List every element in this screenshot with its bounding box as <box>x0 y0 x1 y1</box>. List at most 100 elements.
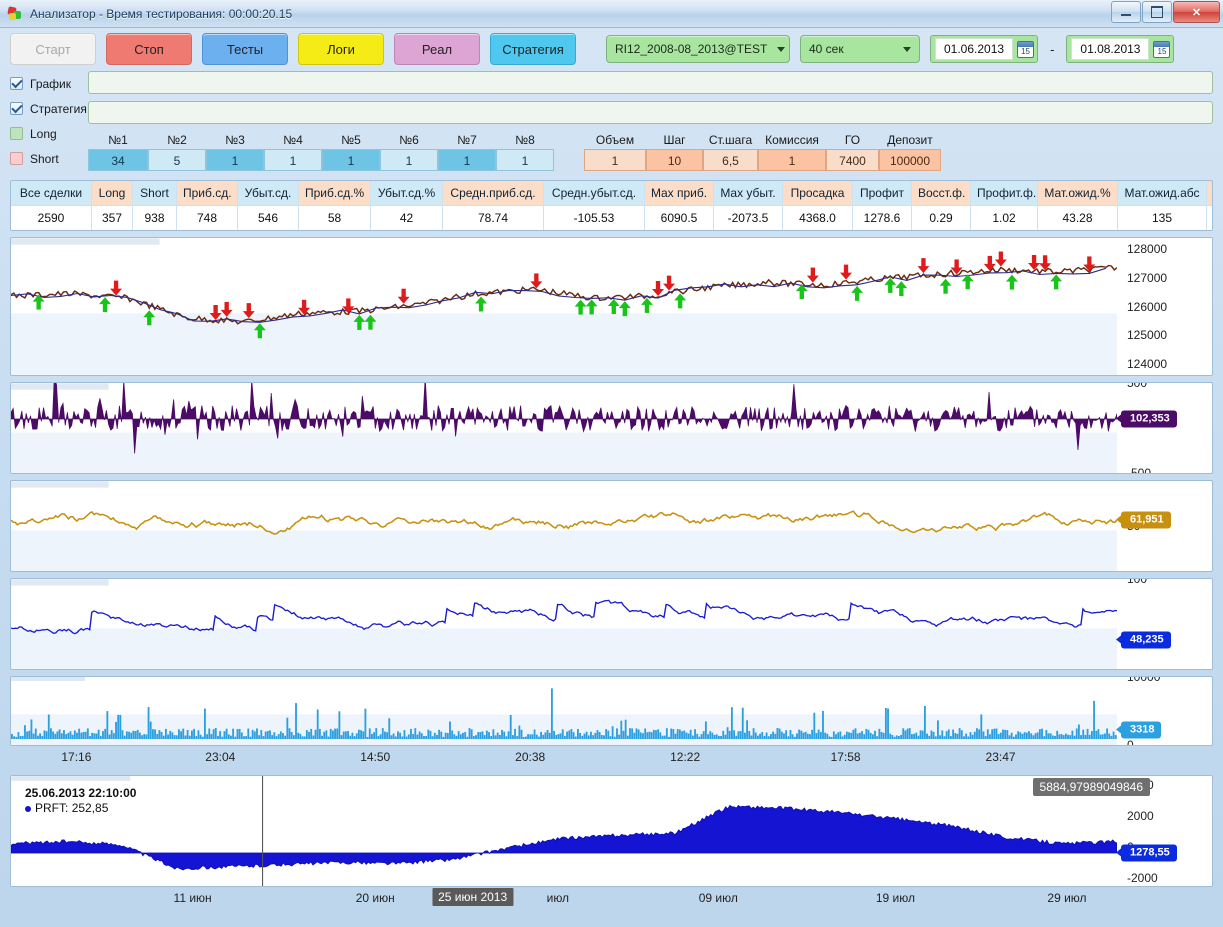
close-icon[interactable]: ✕ <box>1173 1 1220 23</box>
param-cell[interactable]: 1 <box>758 149 826 171</box>
gold-plot[interactable] <box>11 481 1117 571</box>
timeframe-select-value: 40 сек <box>809 42 844 56</box>
gold-indicator-panel[interactable]: 5061,951 <box>10 480 1213 572</box>
date-to-field[interactable]: 01.08.2013 15 <box>1066 35 1175 63</box>
param-cell[interactable]: 34 <box>88 149 148 171</box>
volume-panel[interactable]: 10000 0 3318 <box>10 676 1213 746</box>
param-cell[interactable]: 10 <box>646 149 703 171</box>
param-cell[interactable]: 1 <box>206 149 264 171</box>
stats-column: Убыт.сд.% 42 <box>371 181 443 230</box>
param-cell[interactable]: 5 <box>148 149 206 171</box>
param-cell[interactable]: 100000 <box>879 149 941 171</box>
checkbox-strategiya[interactable]: Стратегия <box>10 96 88 121</box>
stats-value: 6090.5 <box>645 206 713 230</box>
param-cell[interactable]: 7400 <box>826 149 879 171</box>
equity-panel[interactable]: 25.06.2013 22:10:00 PRFT: 252,85 5884,97… <box>10 775 1213 887</box>
stats-column: Max приб. 6090.5 <box>645 181 714 230</box>
stats-value: 1278.6 <box>853 206 911 230</box>
date-axis: 11 июн 20 июн 25 июн 2013 июл 09 июл 19 июл 29… <box>10 887 1213 913</box>
param-header: Комиссия <box>765 133 819 147</box>
stats-header: Max убыт. <box>714 181 782 206</box>
app-icon <box>7 5 24 22</box>
axis-tick: 127000 <box>1127 270 1168 285</box>
price-plot[interactable] <box>11 238 1117 375</box>
analyzer-window: Анализатор - Время тестирования: 00:00:2… <box>0 0 1223 927</box>
stats-column: Приб.сд. 748 <box>177 181 238 230</box>
stats-value: 546 <box>238 206 298 230</box>
time-axis-label: 14:50 <box>360 750 391 764</box>
stats-header: Мат.ожид.% <box>1038 181 1117 206</box>
stats-header: Все сделки <box>11 181 91 206</box>
stats-header: Профит.ф. <box>971 181 1037 206</box>
logs-button[interactable]: Логи <box>298 33 384 65</box>
tests-button[interactable]: Тесты <box>202 33 288 65</box>
param-cell[interactable]: 1 <box>496 149 554 171</box>
param-header: №2 <box>167 133 187 147</box>
stats-column: Средн.приб.сд. 78.74 <box>443 181 544 230</box>
stats-column: Убыт.сд. 546 <box>238 181 299 230</box>
value-badge: 1278,55 <box>1116 844 1177 862</box>
date-from-field[interactable]: 01.06.2013 15 <box>930 35 1039 63</box>
trade-param-grid: Объем 1 Шаг 10 Ст.шага 6,5 Комиссия 1 ГО 7400… <box>584 131 941 171</box>
stats-column: Long 357 <box>92 181 133 230</box>
stats-header: Средн.убыт.сд. <box>544 181 644 206</box>
stats-column: Профит 1278.6 <box>853 181 912 230</box>
checkbox-grafik[interactable]: График <box>10 71 88 96</box>
param-cell[interactable]: 6,5 <box>703 149 758 171</box>
stats-column: Профит.ф. 1.02 <box>971 181 1038 230</box>
chevron-down-icon <box>777 46 786 52</box>
stats-value: -105.53 <box>544 206 644 230</box>
stats-column: Мат.ожид.абс 135 <box>1118 181 1207 230</box>
param-cell[interactable]: 1 <box>264 149 322 171</box>
stats-value: 1.02 <box>971 206 1037 230</box>
stats-header: Мат.ожид.абс <box>1118 181 1206 206</box>
progress-area: №1 34 №2 5 №3 1 №4 1 №5 1 №6 1 №7 1 №8 1 Объем 1 … <box>88 71 1213 171</box>
axis-tick: 124000 <box>1127 356 1168 371</box>
volume-plot[interactable] <box>11 677 1117 745</box>
axis-tick: -500 <box>1127 466 1152 474</box>
blue-axis: 100 48,235 <box>1116 579 1212 669</box>
stats-column: Восст.ф. 0.29 <box>912 181 971 230</box>
stop-button[interactable]: Стоп <box>106 33 192 65</box>
param-header: №1 <box>108 133 128 147</box>
axis-tick: 126000 <box>1127 299 1168 314</box>
stats-column: Приб.сд.% 58 <box>299 181 371 230</box>
time-axis-label: 12:22 <box>670 750 701 764</box>
checkbox-icon <box>10 152 23 165</box>
checkbox-short[interactable]: Short <box>10 146 88 171</box>
equity-plot[interactable] <box>11 776 1117 886</box>
checkbox-long[interactable]: Long <box>10 121 88 146</box>
axis-tick: 128000 <box>1127 242 1168 257</box>
param-cell[interactable]: 1 <box>380 149 438 171</box>
stats-column: Max убыт. -2073.5 <box>714 181 783 230</box>
param-header: ГО <box>844 133 861 147</box>
maximize-button[interactable] <box>1142 1 1172 23</box>
stats-column: Short 938 <box>133 181 177 230</box>
param-cell[interactable]: 1 <box>438 149 496 171</box>
oscillator-plot[interactable] <box>11 383 1117 473</box>
param-header: №4 <box>283 133 303 147</box>
symbol-select[interactable]: RI12_2008-08_2013@TEST <box>606 35 790 63</box>
param-header: №8 <box>515 133 535 147</box>
minimize-button[interactable] <box>1111 1 1141 23</box>
start-button[interactable]: Старт <box>10 33 96 65</box>
strategy-button[interactable]: Стратегия <box>490 33 576 65</box>
calendar-icon[interactable]: 15 <box>1017 40 1035 58</box>
statistics-table: Все сделки 2590 Long 357 Short 938 Приб.сд. 748… <box>10 180 1213 231</box>
blue-plot[interactable] <box>11 579 1117 669</box>
oscillator-panel[interactable]: 500 -500 102,353 <box>10 382 1213 474</box>
axis-tick: -2000 <box>1127 871 1158 886</box>
axis-tick: 10000 <box>1127 676 1161 684</box>
real-button[interactable]: Реал <box>394 33 480 65</box>
price-chart-panel[interactable]: 128000 127000 126000 125000 124000 <box>10 237 1213 376</box>
blue-indicator-panel[interactable]: 100 48,235 <box>10 578 1213 670</box>
stats-header: Приб.сд.% <box>299 181 370 206</box>
param-cell[interactable]: 1 <box>322 149 380 171</box>
stats-header: Профит <box>853 181 911 206</box>
calendar-icon[interactable]: 15 <box>1153 40 1171 58</box>
stats-header: Z-счет <box>1207 181 1212 206</box>
stats-header: Short <box>133 181 176 206</box>
param-header: Объем <box>595 133 635 147</box>
timeframe-select[interactable]: 40 сек <box>800 35 920 63</box>
param-cell[interactable]: 1 <box>584 149 646 171</box>
